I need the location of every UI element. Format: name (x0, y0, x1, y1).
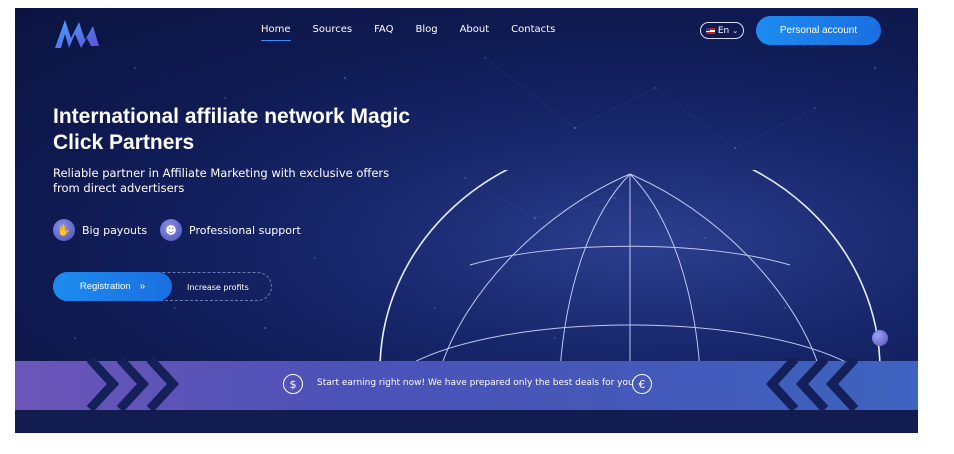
feature-professional-support: ☻ Professional support (160, 219, 301, 241)
us-flag-icon (705, 27, 715, 34)
chevrons-left-icon (765, 355, 859, 413)
feature-label: Big payouts (82, 223, 148, 237)
hand-coin-icon: ✋ (53, 219, 75, 241)
banner-text: Start earning right now! We have prepare… (317, 378, 634, 388)
registration-button[interactable]: Registration » (53, 272, 172, 301)
chevrons-right-icon (86, 355, 180, 413)
language-selector[interactable]: En ⌄ (700, 22, 744, 39)
logo[interactable] (53, 16, 101, 50)
main-nav: Home Sources FAQ Blog About Contacts (261, 24, 577, 41)
double-chevron-right-icon: » (139, 281, 146, 292)
glow-dot (872, 330, 888, 346)
nav-blog[interactable]: Blog (415, 24, 437, 35)
hero-subtitle: Reliable partner in Affiliate Marketing … (53, 166, 390, 195)
page: Home Sources FAQ Blog About Contacts En … (15, 8, 918, 433)
personal-account-button[interactable]: Personal account (756, 16, 881, 45)
nav-home[interactable]: Home (261, 24, 291, 41)
globe-graphic (379, 170, 881, 370)
nav-about[interactable]: About (460, 24, 490, 35)
increase-profits-link[interactable]: Increase profits (187, 283, 249, 292)
language-label: En (717, 25, 730, 36)
hero-title: International affiliate network Magic Cl… (53, 105, 411, 154)
nav-faq[interactable]: FAQ (374, 24, 393, 35)
nav-sources[interactable]: Sources (313, 24, 353, 35)
euro-circle-icon: € (632, 374, 652, 394)
dollar-circle-icon: $ (283, 374, 303, 394)
registration-label: Registration (79, 281, 131, 292)
support-agent-icon: ☻ (160, 219, 182, 241)
feature-big-payouts: ✋ Big payouts (53, 219, 147, 241)
bottom-strip (15, 410, 918, 433)
nav-contacts[interactable]: Contacts (511, 24, 555, 35)
feature-label: Professional support (189, 223, 301, 237)
chevron-down-icon: ⌄ (732, 26, 739, 35)
